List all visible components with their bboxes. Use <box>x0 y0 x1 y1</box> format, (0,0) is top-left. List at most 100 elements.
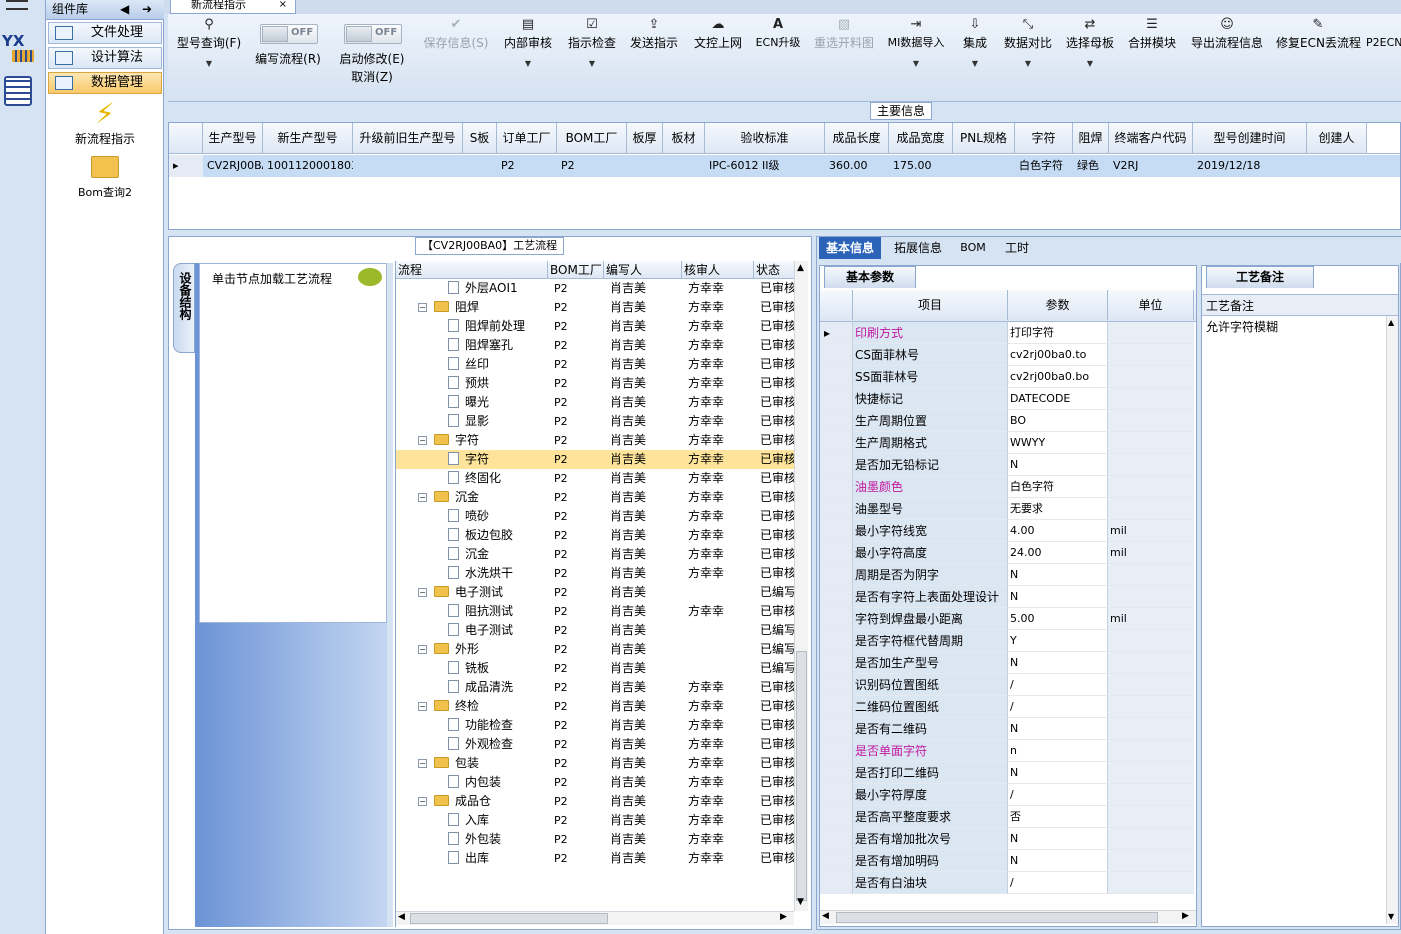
tree-row[interactable]: 显影 P2 肖吉美 方幸幸 已审核 <box>396 412 796 431</box>
column-header[interactable]: 生产型号 <box>203 123 263 153</box>
param-row[interactable]: 是否有白油块 / <box>820 872 1194 894</box>
param-value[interactable]: n <box>1008 740 1108 762</box>
param-row[interactable]: 快捷标记 DATECODE <box>820 388 1194 410</box>
grid-cell[interactable]: 绿色 <box>1073 155 1109 177</box>
tree-row[interactable]: 曝光 P2 肖吉美 方幸幸 已审核 <box>396 393 796 412</box>
chevron-down-icon[interactable]: ▼ <box>174 58 244 70</box>
export-process-info-button[interactable]: ☺ 导出流程信息 <box>1188 16 1266 52</box>
grid-cell[interactable]: 10011200018037 <box>263 155 353 177</box>
param-value[interactable]: N <box>1008 652 1108 674</box>
collapse-icon[interactable]: − <box>418 645 427 654</box>
param-row[interactable]: CS面菲林号 cv2rj00ba0.to <box>820 344 1194 366</box>
grid-cell[interactable]: 白色字符 <box>1015 155 1073 177</box>
scroll-left-icon[interactable]: ◀ <box>398 912 405 922</box>
column-header[interactable]: 成品宽度 <box>889 123 953 153</box>
new-process-instruction-button[interactable]: ⚡ 新流程指示 <box>46 98 164 147</box>
mi-data-import-button[interactable]: ⇥ MI数据导入 ▼ <box>884 16 948 70</box>
column-header[interactable]: S板 <box>463 123 497 153</box>
grid-cell[interactable]: IPC-6012 II级 <box>705 155 825 177</box>
process-remark-tab[interactable]: 工艺备注 <box>1206 266 1314 288</box>
tab-bom[interactable]: BOM <box>955 237 991 259</box>
param-row[interactable]: ▸ 印刷方式 打印字符 <box>820 322 1194 344</box>
param-value[interactable]: N <box>1008 762 1108 784</box>
tree-group-row[interactable]: − 电子测试 P2 肖吉美 已编写 <box>396 583 796 602</box>
col-param[interactable]: 参数 <box>1008 290 1108 320</box>
scroll-up-icon[interactable]: ▲ <box>1388 318 1394 327</box>
tree-row[interactable]: 丝印 P2 肖吉美 方幸幸 已审核 <box>396 355 796 374</box>
param-row[interactable]: 是否打印二维码 N <box>820 762 1194 784</box>
collapse-icon[interactable]: − <box>418 759 427 768</box>
param-value[interactable]: / <box>1008 784 1108 806</box>
menu-icon[interactable] <box>6 0 28 10</box>
grid-cell[interactable]: 175.00 <box>889 155 953 177</box>
tree-group-row[interactable]: − 阻焊 P2 肖吉美 方幸幸 已审核 <box>396 298 796 317</box>
param-value[interactable]: 24.00 <box>1008 542 1108 564</box>
column-header[interactable]: 升级前旧生产型号 <box>353 123 463 153</box>
scroll-thumb[interactable] <box>796 651 807 901</box>
param-row[interactable]: 周期是否为阴字 N <box>820 564 1194 586</box>
param-row[interactable]: 是否字符框代替周期 Y <box>820 630 1194 652</box>
collapse-icon[interactable]: − <box>418 493 427 502</box>
tree-row[interactable]: 板边包胶 P2 肖吉美 方幸幸 已审核 <box>396 526 796 545</box>
grid-cell[interactable] <box>353 155 463 177</box>
param-value[interactable]: N <box>1008 564 1108 586</box>
ecn-upgrade-button[interactable]: A ECN升级 <box>754 16 802 52</box>
grid-row[interactable]: ▸CV2RJ00BA010011200018037 P2P2 IPC-6012 II… <box>169 155 1400 177</box>
column-header[interactable]: 成品长度 <box>825 123 889 153</box>
nav-item-file-processing[interactable]: 文件处理 <box>48 22 162 44</box>
grid-cell[interactable] <box>627 155 663 177</box>
param-value[interactable]: cv2rj00ba0.to <box>1008 344 1108 366</box>
scroll-thumb[interactable] <box>410 913 608 924</box>
grid-cell[interactable] <box>463 155 497 177</box>
tree-row[interactable]: 阻焊塞孔 P2 肖吉美 方幸幸 已审核 <box>396 336 796 355</box>
save-info-button[interactable]: ✔ 保存信息(S) <box>420 16 492 52</box>
close-icon[interactable]: × <box>279 0 287 10</box>
param-value[interactable]: 4.00 <box>1008 520 1108 542</box>
tree-group-row[interactable]: − 包装 P2 肖吉美 方幸幸 已审核 <box>396 754 796 773</box>
column-header[interactable]: 阻焊 <box>1073 123 1109 153</box>
param-value[interactable]: DATECODE <box>1008 388 1108 410</box>
corner-cell[interactable] <box>820 290 853 320</box>
param-row[interactable]: 是否有增加批次号 N <box>820 828 1194 850</box>
param-row[interactable]: 油墨颜色 白色字符 <box>820 476 1194 498</box>
param-value[interactable]: cv2rj00ba0.bo <box>1008 366 1108 388</box>
column-header[interactable]: 新生产型号 <box>263 123 353 153</box>
column-header[interactable]: 验收标准 <box>705 123 825 153</box>
tree-row[interactable]: 外包装 P2 肖吉美 方幸幸 已审核 <box>396 830 796 849</box>
equipment-structure-tab[interactable]: 设备结构 <box>173 263 195 353</box>
param-row[interactable]: 最小字符厚度 / <box>820 784 1194 806</box>
grid-cell[interactable] <box>1307 155 1367 177</box>
column-header[interactable]: 终端客户代码 <box>1109 123 1193 153</box>
send-instruction-button[interactable]: ⇪ 发送指示 <box>628 16 680 52</box>
scroll-down-icon[interactable]: ▼ <box>1388 912 1394 921</box>
column-header[interactable]: BOM工厂 <box>557 123 627 153</box>
remark-vertical-scrollbar[interactable]: ▲ ▼ <box>1386 316 1398 924</box>
start-modify-toggle[interactable]: OFF <box>344 24 402 44</box>
nav-item-design-algorithm[interactable]: 设计算法 <box>48 47 162 69</box>
collapse-icon[interactable]: − <box>418 702 427 711</box>
param-row[interactable]: 最小字符高度 24.00 mil <box>820 542 1194 564</box>
grid-cell[interactable]: V2RJ <box>1109 155 1193 177</box>
column-header[interactable]: 板厚 <box>627 123 663 153</box>
chevron-down-icon[interactable]: ▼ <box>1002 58 1054 70</box>
fix-ecn-lost-process-button[interactable]: ✎ 修复ECN丢流程 <box>1276 16 1361 52</box>
scroll-thumb[interactable] <box>836 912 1158 923</box>
tree-row[interactable]: 喷砂 P2 肖吉美 方幸幸 已审核 <box>396 507 796 526</box>
col-item[interactable]: 项目 <box>853 290 1008 320</box>
bom-query2-button[interactable]: Bom查询2 <box>46 156 164 200</box>
data-compare-button[interactable]: ⤡ 数据对比 ▼ <box>1002 16 1054 70</box>
select-mother-board-button[interactable]: ⇄ 选择母板 ▼ <box>1064 16 1116 70</box>
tree-row[interactable]: 阻抗测试 P2 肖吉美 方幸幸 已审核 <box>396 602 796 621</box>
tree-group-row[interactable]: − 沉金 P2 肖吉美 方幸幸 已审核 <box>396 488 796 507</box>
process-remark-text[interactable]: 允许字符模糊 <box>1206 318 1386 338</box>
param-row[interactable]: 是否有增加明码 N <box>820 850 1194 872</box>
p2ecn-button[interactable]: P2ECN <box>1366 16 1401 52</box>
chevron-down-icon[interactable]: ▼ <box>960 58 990 70</box>
column-header[interactable]: 板材 <box>663 123 705 153</box>
col-unit[interactable]: 单位 <box>1108 290 1194 320</box>
tree-group-row[interactable]: − 字符 P2 肖吉美 方幸幸 已审核 <box>396 431 796 450</box>
model-query-button[interactable]: ⚲ 型号查询(F) ▼ <box>174 16 244 70</box>
param-value[interactable]: / <box>1008 696 1108 718</box>
collapse-icon[interactable]: − <box>418 588 427 597</box>
collapse-icon[interactable]: − <box>418 303 427 312</box>
